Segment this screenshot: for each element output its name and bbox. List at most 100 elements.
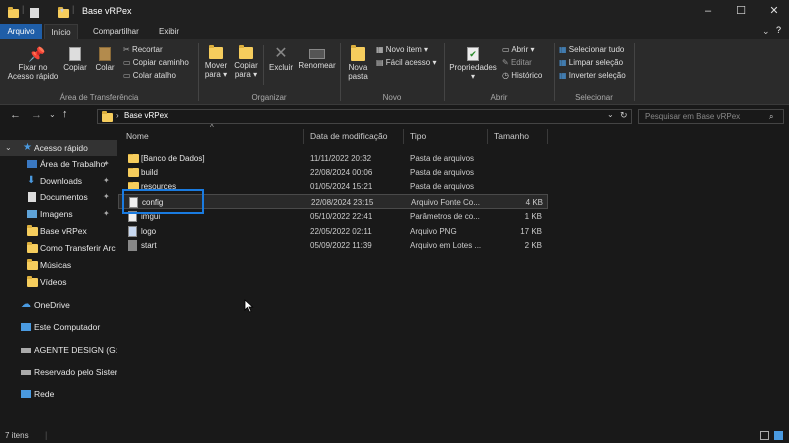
sidebar-item-drive-g[interactable]: AGENTE DESIGN (G:) [0,342,117,358]
pin-icon: ✦ [103,176,110,185]
move-to-button[interactable]: Mover para ▾ [202,45,230,79]
column-header-name[interactable]: Nome [120,129,304,144]
breadcrumb[interactable]: Base vRPex [124,111,168,120]
up-arrow-icon[interactable]: ↑ [62,108,68,120]
separator: | [22,4,25,14]
properties-button[interactable]: ✔ Propriedades ▾ [447,47,499,81]
move-folder-icon [209,45,223,59]
sidebar-item-network[interactable]: Rede [0,386,117,402]
sidebar-item-videos[interactable]: Vídeos [0,274,117,290]
download-arrow-icon: ⬇ [27,175,36,186]
sidebar-item-music[interactable]: Músicas [0,257,117,273]
easy-access-label: Fácil acesso [385,58,431,67]
sidebar-item-onedrive[interactable]: ☁ OneDrive [0,297,117,313]
sidebar-item-reserved[interactable]: Reservado pelo Sister [0,364,117,380]
pin-icon: ✦ [103,209,110,218]
file-size: 4 KB [525,198,543,207]
new-folder-button[interactable]: Nova pasta [344,45,372,81]
edit-label: Editar [510,58,532,67]
file-date: 11/11/2022 20:32 [310,154,372,163]
help-icon[interactable]: ? [776,25,781,35]
paste-label: Colar [95,63,115,72]
group-select-label: Selecionar [575,93,613,102]
move-to-label-2: para [204,70,221,79]
drive-icon [21,348,31,353]
copy-button[interactable]: Copiar [60,47,90,72]
sidebar-item-downloads[interactable]: ⬇ Downloads ✦ [0,173,117,189]
file-type: Arquivo PNG [410,227,457,236]
invert-selection-label: Inverter seleção [568,71,626,80]
search-input[interactable]: Pesquisar em Base vRPex ⌕ [638,109,784,124]
computer-icon [21,323,31,331]
sidebar-item-pictures[interactable]: Imagens ✦ [0,206,117,222]
open-button[interactable]: ▭ Abrir ▾ [502,44,534,55]
forward-arrow-icon[interactable]: → [31,109,42,121]
table-row[interactable]: start 05/09/2022 11:39 Arquivo em Lotes … [118,238,548,253]
new-folder-label: Nova [348,63,368,72]
sidebar-item-base-vrpex[interactable]: Base vRPex [0,223,117,239]
column-header-size[interactable]: Tamanho [488,129,548,144]
folder-icon [128,154,139,163]
copy-path-label: Copiar caminho [132,58,189,67]
easy-access-button[interactable]: ▤ Fácil acesso ▾ [376,57,437,68]
invert-selection-icon: ▦ [559,71,569,80]
cut-button[interactable]: ✂ Recortar [123,44,163,55]
rename-button[interactable]: Renomear [296,47,338,70]
sidebar-item-this-pc[interactable]: Este Computador [0,319,117,335]
paste-button[interactable]: Colar [92,47,118,72]
sidebar-item-label: Rede [34,389,55,399]
chevron-down-icon[interactable]: ▾ [60,6,64,15]
table-row[interactable]: build 22/08/2024 00:06 Pasta de arquivos [118,165,548,180]
chevron-down-icon[interactable]: ⌄ [762,26,770,37]
pin-icon: ✦ [103,192,110,201]
move-to-label: Mover [204,61,228,70]
tab-inicio[interactable]: Início [44,24,78,39]
copy-path-button[interactable]: ▭ Copiar caminho [123,57,189,68]
tab-exibir[interactable]: Exibir [154,24,184,39]
chevron-down-icon[interactable]: ⌄ [49,110,56,119]
edit-button[interactable]: ✎ Editar [502,57,532,68]
invert-selection-button[interactable]: ▦ Inverter seleção [559,70,626,81]
file-type: Pasta de arquivos [410,154,475,163]
sidebar-item-desktop[interactable]: Área de Trabalho ✦ [0,156,117,172]
sidebar-item-label: Documentos [40,192,88,202]
maximize-button[interactable]: ☐ [731,4,751,18]
properties-quick-icon[interactable] [30,8,39,18]
table-row[interactable]: logo 22/05/2022 02:11 Arquivo PNG 17 KB [118,224,548,239]
file-date: 22/08/2024 23:15 [311,198,374,207]
pictures-icon [27,210,37,218]
file-date: 01/05/2024 15:21 [310,182,373,191]
refresh-icon[interactable]: ↻ [620,110,628,121]
sidebar-item-quick-access[interactable]: ⌄ ★ Acesso rápido [0,140,117,156]
clear-selection-button[interactable]: ▦ Limpar seleção [559,57,623,68]
large-icons-view-icon[interactable] [774,431,783,440]
column-header-type[interactable]: Tipo [404,129,488,144]
ribbon-tabs: Arquivo Início Compartilhar Exibir ⌄ ? [0,24,789,39]
details-view-icon[interactable] [760,431,769,440]
file-size: 17 KB [520,227,542,236]
history-button[interactable]: ◷ Histórico [502,70,542,81]
pin-quick-access-button[interactable]: 📌 Fixar no Acesso rápido [6,47,60,81]
minimize-button[interactable]: – [698,4,718,18]
folder-icon [128,168,139,177]
tab-arquivo[interactable]: Arquivo [0,24,42,39]
tab-compartilhar[interactable]: Compartilhar [88,24,144,39]
table-row[interactable]: [Banco de Dados] 11/11/2022 20:32 Pasta … [118,151,548,166]
select-all-button[interactable]: ▦ Selecionar tudo [559,44,624,55]
back-arrow-icon[interactable]: ← [10,109,21,121]
address-bar[interactable]: › Base vRPex ⌄ ↻ [97,109,632,124]
sidebar-item-documents[interactable]: Documentos ✦ [0,189,117,205]
delete-button[interactable]: ✕ Excluir [266,46,296,73]
item-count: 7 itens [5,431,29,440]
image-file-icon [128,226,137,237]
sidebar-item-label: Base vRPex [40,226,87,236]
copy-to-button[interactable]: Copiar para ▾ [232,45,260,79]
chevron-down-icon[interactable]: ⌄ [607,110,614,119]
new-item-button[interactable]: ▦ Novo item ▾ [376,44,428,55]
sidebar-item-label: Músicas [40,260,72,270]
sidebar-item-como-transferir[interactable]: Como Transferir Arc [0,240,117,256]
column-header-date[interactable]: Data de modificação [304,129,404,144]
paste-shortcut-button[interactable]: ▭ Colar atalho [123,70,176,81]
close-button[interactable]: ✕ [764,4,784,18]
window-title: Base vRPex [82,6,132,16]
